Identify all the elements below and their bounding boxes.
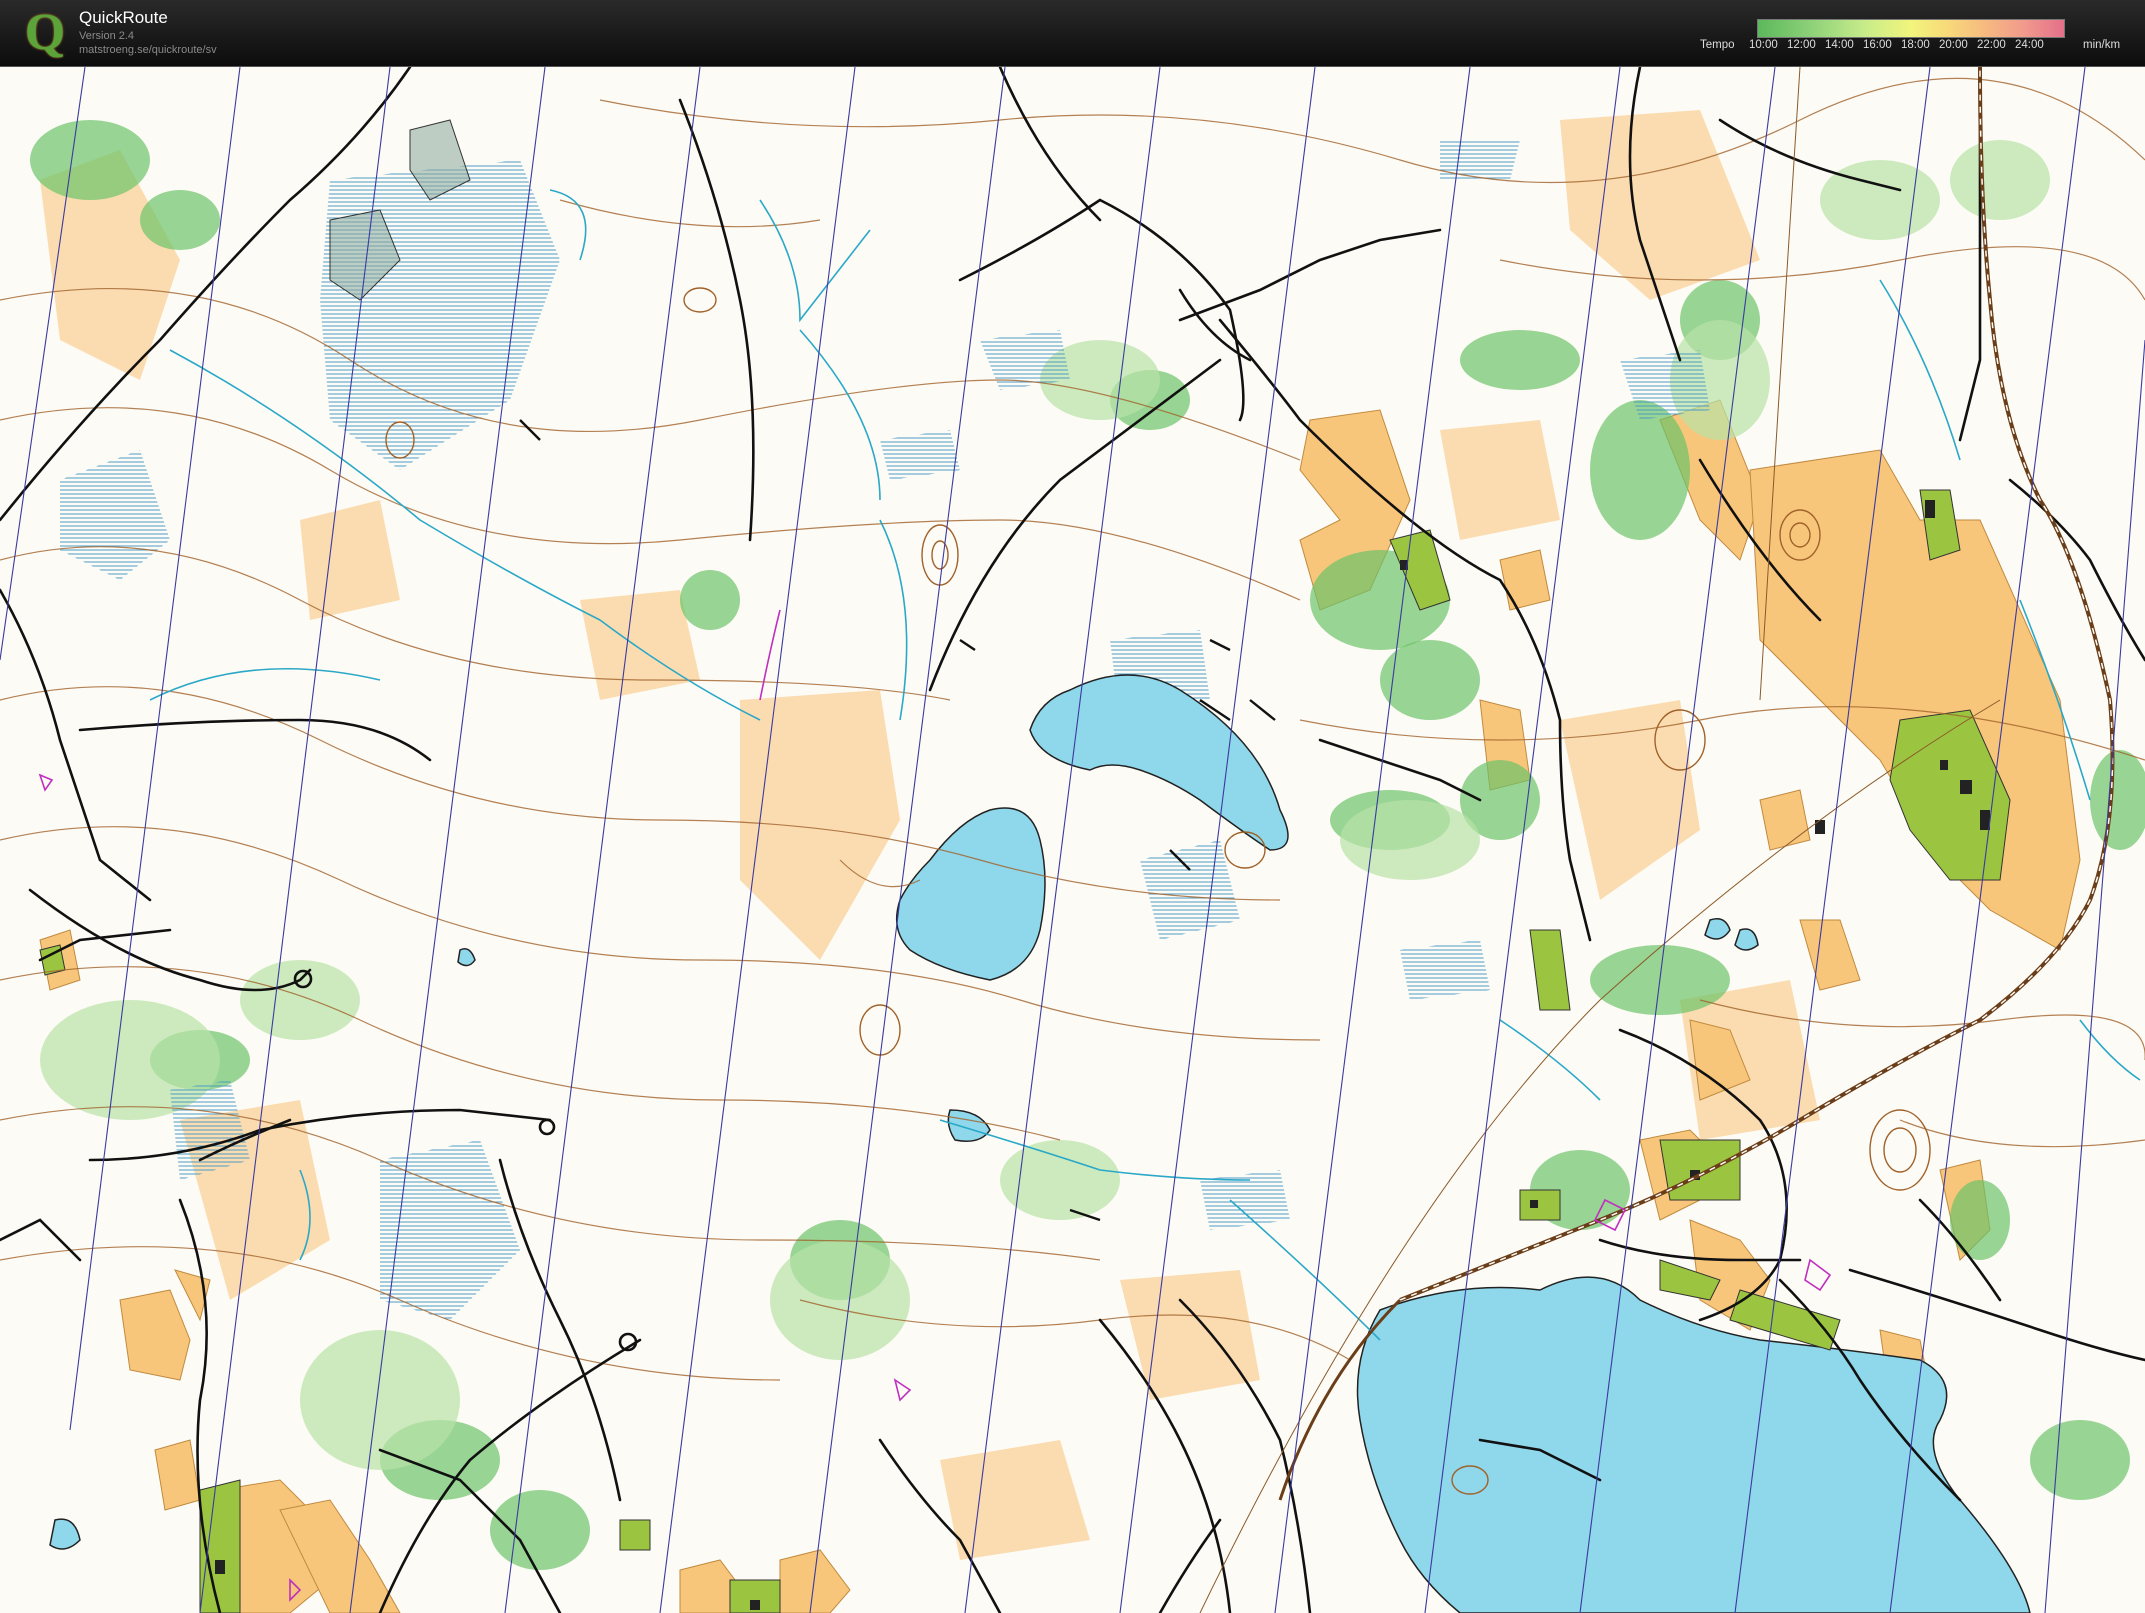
app-url: matstroeng.se/quickroute/sv — [79, 44, 217, 56]
pace-tick: 22:00 — [1977, 39, 2006, 51]
app-name: QuickRoute — [79, 8, 168, 27]
app-version: Version 2.4 — [79, 30, 135, 42]
pace-tick: 20:00 — [1939, 39, 1968, 51]
pace-tick: 14:00 — [1825, 39, 1854, 51]
quickroute-logo-icon: Q — [24, 4, 66, 61]
pace-tick: 18:00 — [1901, 39, 1930, 51]
pace-tick: 12:00 — [1787, 39, 1816, 51]
pace-color-scale — [1757, 19, 2065, 38]
pace-legend-unit: min/km — [2083, 39, 2121, 51]
orienteering-map[interactable] — [0, 67, 2145, 1613]
app-header: Q QuickRoute Version 2.4 matstroeng.se/q… — [0, 0, 2145, 67]
pace-tick: 16:00 — [1863, 39, 1892, 51]
pace-tick: 10:00 — [1749, 39, 1778, 51]
pace-legend-title: Tempo — [1700, 39, 1735, 51]
pace-tick: 24:00 — [2015, 39, 2044, 51]
